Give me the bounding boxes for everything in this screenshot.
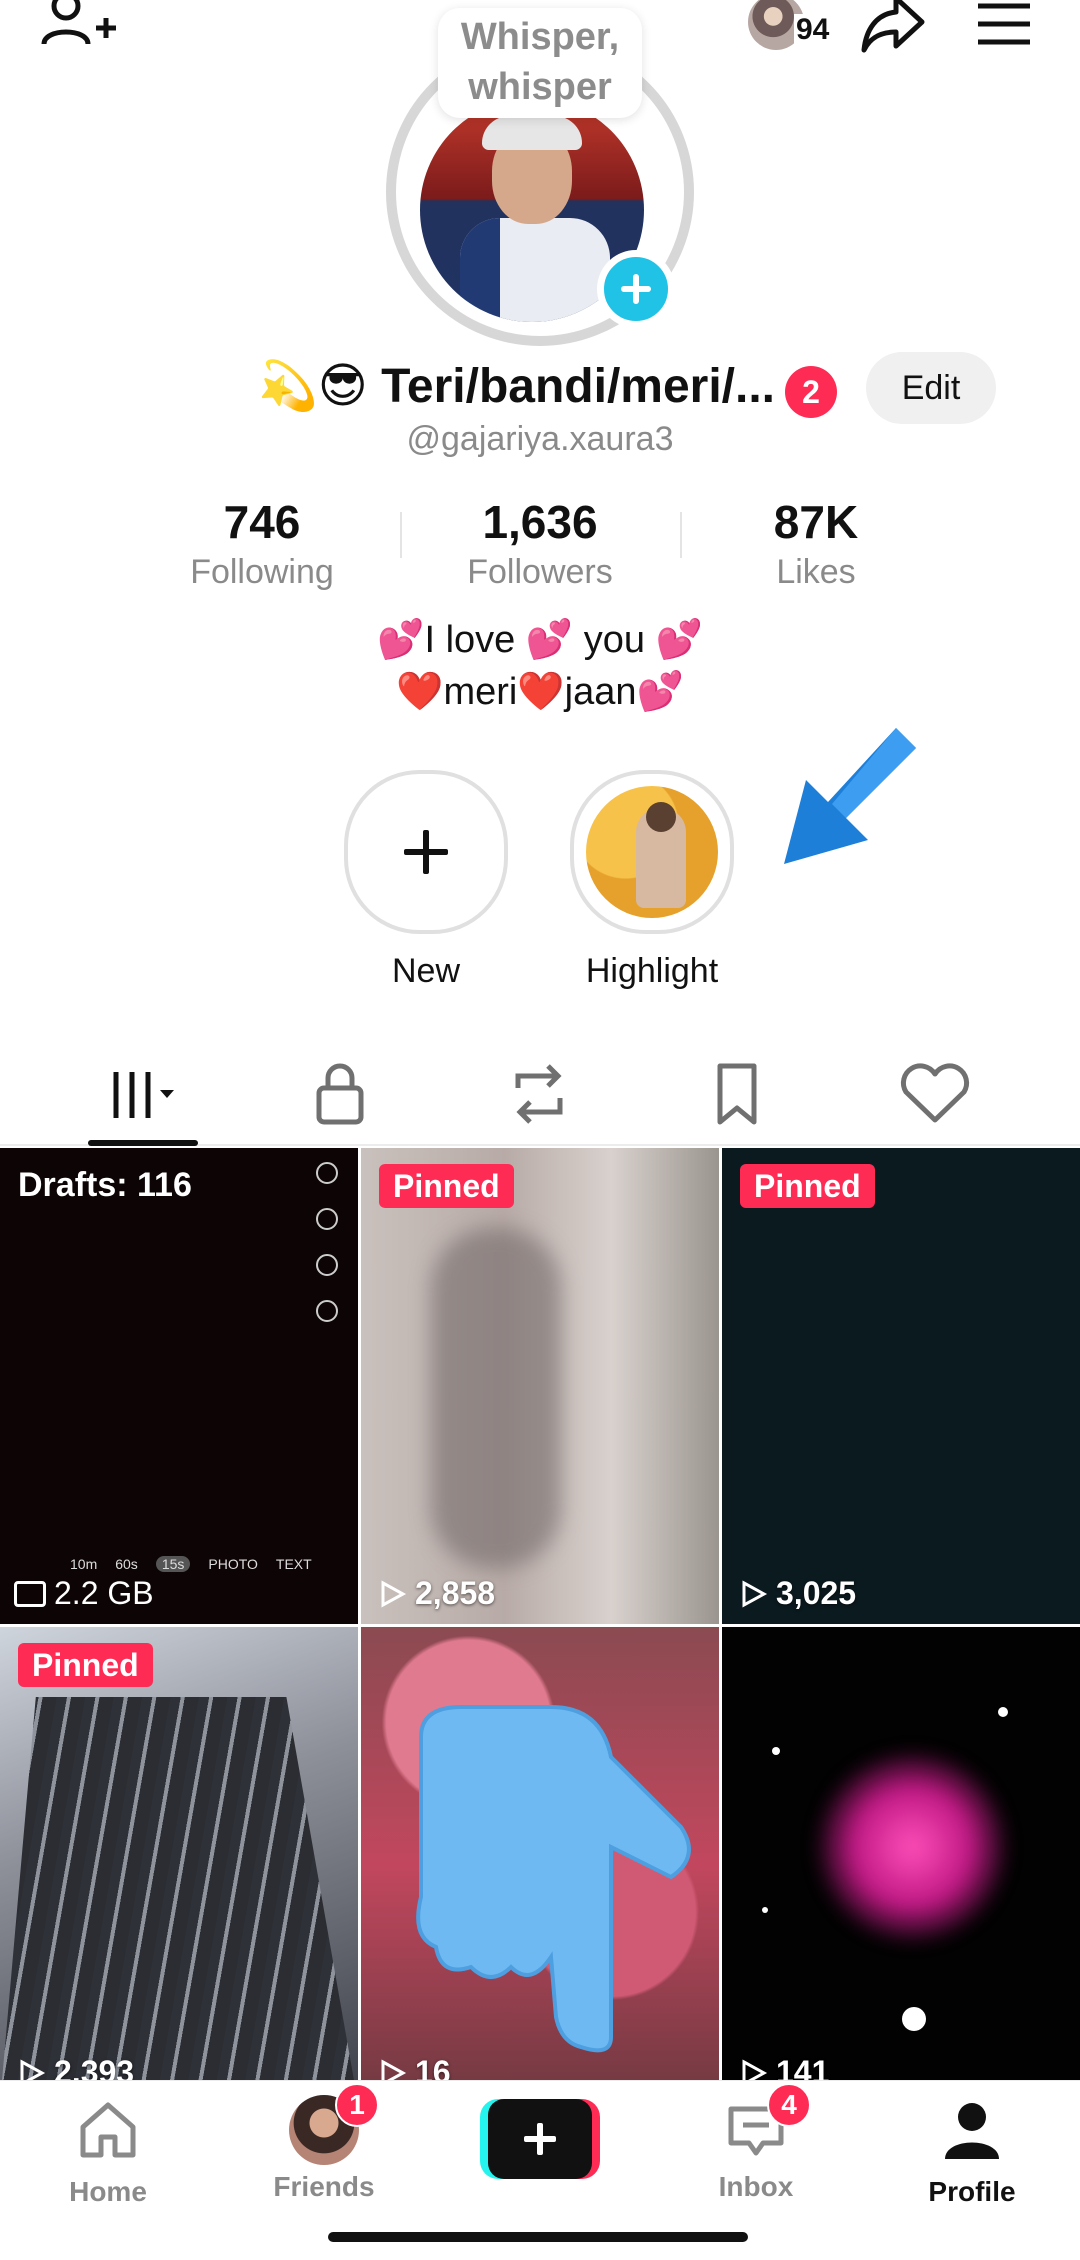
likes-label: Likes (776, 553, 856, 591)
username: @gajariya.xaura3 (406, 420, 674, 458)
highlight-cover (586, 786, 718, 918)
pinned-badge: Pinned (740, 1164, 875, 1208)
heart-icon[interactable] (890, 1058, 980, 1128)
add-friend-icon[interactable] (40, 0, 120, 62)
repost-icon[interactable] (494, 1058, 584, 1128)
video-tile[interactable]: 141 (722, 1627, 1080, 2103)
following-label: Following (190, 553, 334, 591)
video-tile[interactable]: Pinned 2,858 (361, 1148, 719, 1624)
view-count: 3,025 (738, 1575, 856, 1612)
home-indicator (328, 2232, 748, 2242)
whisper-bubble[interactable]: Whisper, whisper (438, 8, 642, 118)
sparkle (998, 1707, 1008, 1717)
whisper-line-2: whisper (468, 66, 612, 108)
home-icon (80, 2102, 136, 2158)
friends-badge: 1 (335, 2083, 379, 2127)
plus-icon (488, 2099, 592, 2179)
story-viewers-avatar[interactable]: 94 (748, 0, 838, 60)
friends-avatar-icon: 1 (289, 2083, 379, 2165)
followers-label: Followers (467, 553, 613, 591)
create-button[interactable] (480, 2099, 600, 2183)
edit-profile-button[interactable]: Edit (866, 352, 996, 424)
draft-toolbar (316, 1162, 346, 1346)
view-count-value: 2,858 (415, 1575, 496, 1611)
stat-divider (400, 512, 402, 558)
play-icon (742, 1579, 768, 1608)
mode-label: PHOTO (208, 1556, 258, 1572)
profile-icon (945, 2103, 999, 2159)
mode-label: 10m (70, 1556, 98, 1572)
highlight-item[interactable]: Highlight (562, 770, 742, 991)
name-badge[interactable]: 2 (785, 366, 837, 418)
plus-icon (396, 822, 456, 882)
nav-friends[interactable]: 1 Friends (249, 2083, 399, 2203)
mode-label: TEXT (275, 1556, 312, 1572)
view-count-value: 3,025 (776, 1575, 857, 1611)
followers-count: 1,636 (482, 496, 598, 548)
nav-friends-label: Friends (273, 2171, 375, 2202)
new-highlight-circle (344, 770, 508, 934)
lock-icon[interactable] (295, 1058, 385, 1128)
stat-divider (680, 512, 682, 558)
whisper-line-1: Whisper, (460, 16, 620, 58)
highlight-new[interactable]: New (336, 770, 516, 991)
sparkle (762, 1907, 768, 1913)
likes-count: 87K (773, 496, 859, 548)
draft-modes: 10m 60s 15s PHOTO TEXT (70, 1556, 312, 1572)
mode-label: 15s (155, 1556, 191, 1572)
drafts-tile[interactable]: Drafts: 116 10m 60s 15s PHOTO TEXT 2.2 G… (0, 1148, 358, 1624)
following-count: 746 (223, 496, 301, 548)
sparkle (902, 2007, 926, 2031)
video-thumbnail (0, 1697, 358, 2103)
stat-likes[interactable]: 87K Likes (696, 494, 936, 594)
inbox-badge: 4 (767, 2083, 811, 2127)
drafts-size-value: 2.2 GB (54, 1575, 154, 1611)
highlight-label: New (391, 952, 461, 990)
stat-followers[interactable]: 1,636 Followers (420, 494, 660, 594)
pinned-badge: Pinned (379, 1164, 514, 1208)
nav-home[interactable]: Home (33, 2095, 183, 2208)
nav-profile-label: Profile (928, 2176, 1016, 2207)
pinned-badge: Pinned (18, 1643, 153, 1687)
bio-line: 💕I love 💕 you 💕 (377, 619, 703, 661)
grid-icon[interactable] (102, 1058, 192, 1128)
highlight-circle (570, 770, 734, 934)
video-tile[interactable]: 16 (361, 1627, 719, 2103)
mode-label: 60s (115, 1556, 138, 1572)
inbox-icon-wrap: 4 (721, 2083, 811, 2165)
share-icon[interactable] (858, 0, 928, 60)
pointing-hand-sticker (416, 1705, 691, 2053)
name-row: 💫😎 Teri/bandi/meri/... 2 Edit (0, 352, 1080, 424)
nav-inbox-label: Inbox (718, 2171, 794, 2202)
drafts-size: 2.2 GB (14, 1575, 154, 1612)
sparkle (772, 1747, 780, 1755)
display-name: 💫😎 Teri/bandi/meri/... (258, 360, 776, 413)
stat-following[interactable]: 746 Following (142, 494, 382, 594)
highlight-label: Highlight (585, 952, 719, 990)
video-thumbnail (431, 1228, 561, 1568)
profile-tabs (0, 1040, 1080, 1146)
pointing-arrow-sticker (784, 728, 916, 864)
video-tile[interactable]: Pinned 3,025 (722, 1148, 1080, 1624)
storage-icon (14, 1580, 46, 1607)
nav-inbox[interactable]: 4 Inbox (681, 2083, 831, 2203)
video-tile[interactable]: Pinned 2,393 (0, 1627, 358, 2103)
active-tab-indicator (88, 1140, 198, 1146)
menu-icon[interactable] (974, 0, 1034, 56)
nav-profile[interactable]: Profile (897, 2095, 1047, 2208)
nav-home-label: Home (69, 2176, 147, 2207)
play-icon (381, 1579, 407, 1608)
video-thumbnail (812, 1747, 1012, 1947)
story-count: 94 (794, 13, 832, 46)
add-story-plus-icon[interactable] (597, 250, 675, 328)
bio-line: ❤️meri❤️jaan💕 (396, 671, 684, 713)
bookmark-icon[interactable] (692, 1058, 782, 1128)
view-count: 2,858 (377, 1575, 495, 1612)
bio: 💕I love 💕 you 💕 ❤️meri❤️jaan💕 (0, 614, 1080, 718)
drafts-title: Drafts: 116 (18, 1166, 192, 1204)
